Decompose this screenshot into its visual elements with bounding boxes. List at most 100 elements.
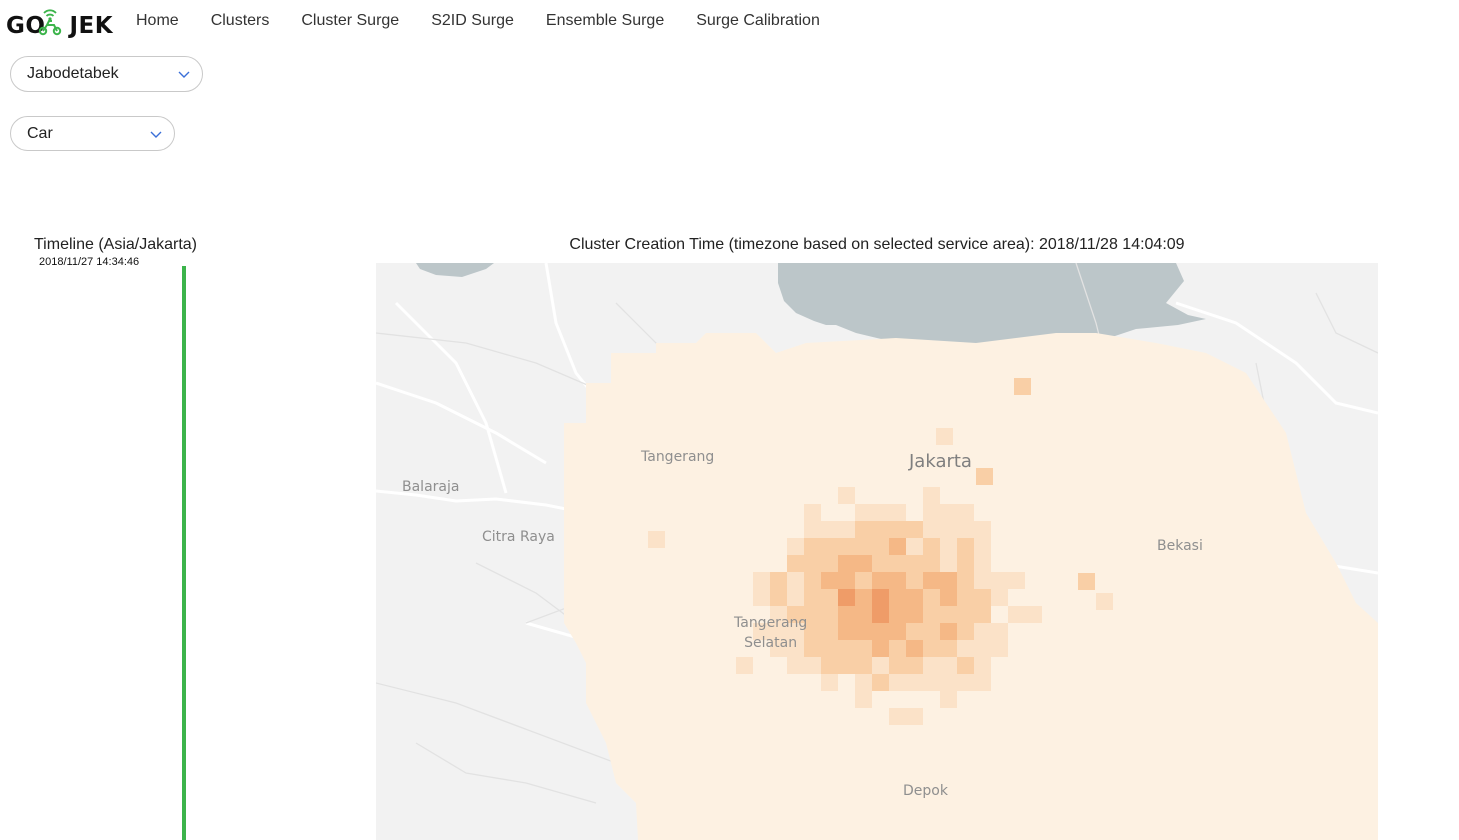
heat-cell	[821, 538, 838, 555]
heat-cell	[940, 572, 957, 589]
heat-cell	[906, 623, 923, 640]
timeline-bar[interactable]	[182, 266, 186, 840]
heat-cell	[753, 589, 770, 606]
heat-cell	[872, 589, 889, 606]
heat-cell	[906, 708, 923, 725]
heat-cell	[991, 623, 1008, 640]
heat-cell	[838, 623, 855, 640]
heat-cell	[940, 521, 957, 538]
heat-cell	[889, 640, 906, 657]
heat-cell	[753, 572, 770, 589]
heat-cell	[906, 538, 923, 555]
heat-cell	[821, 589, 838, 606]
heat-cell	[872, 555, 889, 572]
map-label-jakarta[interactable]: Jakarta	[909, 451, 972, 472]
heat-cell	[821, 606, 838, 623]
heat-cell	[923, 487, 940, 504]
heat-cell	[940, 589, 957, 606]
heat-cell	[991, 572, 1008, 589]
heat-cell	[855, 691, 872, 708]
heat-cell	[838, 555, 855, 572]
heat-cell	[855, 623, 872, 640]
heat-cell	[855, 674, 872, 691]
chevron-down-icon	[150, 131, 162, 138]
heat-cell	[923, 521, 940, 538]
heat-cell	[889, 623, 906, 640]
heat-cell	[940, 640, 957, 657]
chevron-down-icon	[178, 71, 190, 78]
heat-cell	[821, 657, 838, 674]
heat-cell	[1078, 573, 1095, 590]
heat-cell	[872, 606, 889, 623]
heat-cell	[787, 538, 804, 555]
heat-cell	[923, 538, 940, 555]
heat-cell	[923, 606, 940, 623]
heat-cell	[889, 589, 906, 606]
map-label-depok[interactable]: Depok	[903, 783, 948, 799]
heat-cell	[1008, 606, 1025, 623]
heat-cell	[974, 674, 991, 691]
heat-cell	[940, 555, 957, 572]
nav-cluster-surge[interactable]: Cluster Surge	[301, 12, 399, 30]
heat-cell	[872, 504, 889, 521]
nav-home[interactable]: Home	[136, 12, 179, 30]
heat-cell	[855, 657, 872, 674]
heat-cell	[1008, 572, 1025, 589]
heat-cell	[957, 640, 974, 657]
heat-cell	[787, 657, 804, 674]
heat-cell	[804, 555, 821, 572]
heat-cell	[991, 640, 1008, 657]
heat-cell	[821, 640, 838, 657]
heat-cell	[974, 589, 991, 606]
map-caption: Cluster Creation Time (timezone based on…	[569, 236, 1185, 253]
heat-cell	[957, 674, 974, 691]
timeline-timestamp[interactable]: 2018/11/27 14:34:46	[39, 256, 139, 268]
map-label-balaraja[interactable]: Balaraja	[402, 479, 459, 495]
heat-cell	[940, 674, 957, 691]
heat-cell	[838, 521, 855, 538]
heat-cell	[872, 572, 889, 589]
heat-cell	[889, 504, 906, 521]
heat-cell	[906, 657, 923, 674]
heat-cell	[940, 504, 957, 521]
heat-cell	[889, 708, 906, 725]
heat-cell	[889, 606, 906, 623]
nav-surge-calibration[interactable]: Surge Calibration	[696, 12, 820, 30]
map-label-tangerang-selatan-line1: Tangerang	[734, 615, 808, 631]
map-label-tangerang[interactable]: Tangerang	[641, 449, 714, 465]
heat-cell	[1025, 606, 1042, 623]
heat-cell	[957, 555, 974, 572]
nav-s2id-surge[interactable]: S2ID Surge	[431, 12, 514, 30]
service-type-select[interactable]: Car	[10, 116, 175, 151]
heat-cell	[906, 674, 923, 691]
heat-cell	[976, 468, 993, 485]
heat-cell	[889, 657, 906, 674]
heat-cell	[923, 555, 940, 572]
map-base-layer	[376, 263, 1378, 840]
heat-cell	[889, 521, 906, 538]
heat-cell	[855, 640, 872, 657]
surge-heatmap[interactable]: Jakarta Tangerang Balaraja Citra Raya Be…	[376, 263, 1378, 840]
heat-cell	[923, 623, 940, 640]
heat-cell	[889, 572, 906, 589]
heat-cell	[855, 504, 872, 521]
map-label-citra-raya[interactable]: Citra Raya	[482, 529, 555, 545]
heat-cell	[804, 589, 821, 606]
heat-cell	[1014, 378, 1031, 395]
heat-cell	[804, 538, 821, 555]
heat-cell	[821, 521, 838, 538]
gojek-logo[interactable]: GO JEK	[6, 6, 113, 38]
service-type-value: Car	[27, 125, 53, 142]
nav-ensemble-surge[interactable]: Ensemble Surge	[546, 12, 664, 30]
map-label-bekasi[interactable]: Bekasi	[1157, 538, 1203, 554]
heat-cell	[838, 589, 855, 606]
map-label-tangerang-selatan[interactable]: Tangerang Selatan	[734, 613, 807, 653]
heat-cell	[770, 589, 787, 606]
heat-cell	[923, 640, 940, 657]
heat-cell	[906, 640, 923, 657]
service-area-select[interactable]: Jabodetabek	[10, 56, 203, 92]
heat-cell	[889, 674, 906, 691]
heat-cell	[889, 538, 906, 555]
nav-clusters[interactable]: Clusters	[211, 12, 270, 30]
heat-cell	[923, 657, 940, 674]
